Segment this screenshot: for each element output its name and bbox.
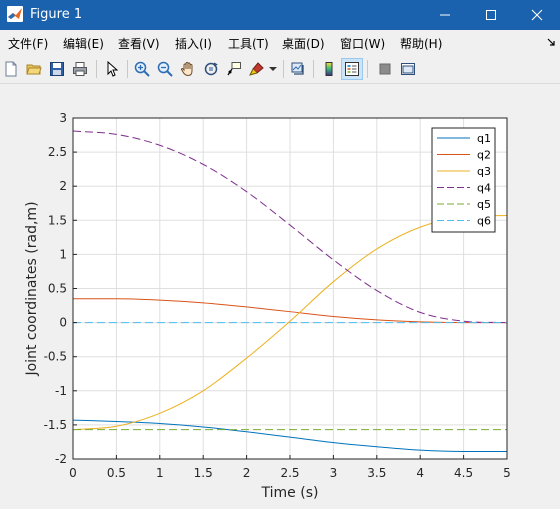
save-icon (50, 62, 64, 76)
link-plot-icon (291, 62, 304, 75)
show-plot-tools-icon (401, 63, 415, 75)
menu-bar: 文件(F) 编辑(E) 查看(V) 插入(I) 工具(T) 桌面(D) 窗口(W… (0, 30, 560, 54)
matlab-logo-icon (7, 6, 23, 22)
legend-label-q3: q3 (477, 165, 491, 178)
y-tick-label: 1 (59, 247, 67, 261)
hide-plot-tools-icon (379, 63, 391, 75)
maximize-icon (486, 10, 496, 20)
legend-label-q1: q1 (477, 132, 491, 145)
x-axis-label: Time (s) (261, 485, 319, 501)
toolbar-separator (313, 60, 314, 78)
x-tick-label: 5 (503, 466, 511, 480)
y-tick-label: 2 (59, 179, 67, 193)
y-tick-label: 1.5 (48, 213, 67, 227)
x-tick-label: 4 (416, 466, 424, 480)
dock-arrow-icon[interactable] (546, 37, 556, 47)
x-tick-label: 1 (156, 466, 164, 480)
x-tick-label: 2.5 (280, 466, 299, 480)
print-button[interactable] (69, 58, 91, 80)
maximize-button[interactable] (468, 0, 514, 30)
legend[interactable]: q1 q2 q3 q4 q5 q6 (431, 127, 496, 233)
brush-dropdown-button[interactable] (266, 58, 280, 80)
zoom-in-button[interactable] (131, 58, 153, 80)
x-tick-label: 3.5 (367, 466, 386, 480)
x-tick-label: 3 (330, 466, 338, 480)
figure-canvas: 0 0.5 1 1.5 2 2.5 3 3.5 4 4.5 5 3 2.5 2 1.5 1 0.5 0 -0.5 -… (0, 85, 560, 504)
toolbar-separator (127, 60, 128, 78)
window-title: Figure 1 (30, 7, 83, 22)
figure-toolbar (0, 54, 560, 84)
menu-window[interactable]: 窗口(W) (340, 35, 385, 52)
y-ticks: 3 2.5 2 1.5 1 0.5 0 -0.5 -1 -1.5 -2 (44, 111, 77, 466)
legend-label-q2: q2 (477, 149, 491, 162)
insert-legend-button[interactable] (341, 58, 363, 80)
data-cursor-button[interactable] (223, 58, 245, 80)
y-tick-label: 2.5 (48, 145, 67, 159)
menu-insert[interactable]: 插入(I) (175, 35, 212, 52)
chevron-down-icon (269, 67, 277, 71)
menu-view[interactable]: 查看(V) (118, 35, 160, 52)
y-axis-label: Joint coordinates (rad,m) (24, 201, 40, 376)
pan-hand-icon (180, 61, 193, 77)
zoom-out-button[interactable] (154, 58, 176, 80)
close-button[interactable] (514, 0, 560, 30)
new-file-icon (5, 61, 17, 77)
print-icon (73, 62, 87, 76)
legend-label-q4: q4 (477, 182, 491, 195)
menu-edit[interactable]: 编辑(E) (63, 35, 104, 52)
minimize-icon (440, 14, 450, 16)
data-cursor-icon (227, 62, 241, 76)
minimize-button[interactable] (422, 0, 468, 30)
y-tick-label: -2 (55, 452, 67, 466)
pointer-arrow-icon (107, 61, 119, 77)
x-tick-label: 0.5 (107, 466, 126, 480)
show-plot-tools-button[interactable] (397, 58, 419, 80)
x-tick-label: 1.5 (194, 466, 213, 480)
pan-button[interactable] (177, 58, 199, 80)
brush-icon (249, 62, 264, 76)
figure-window: Figure 1 文件(F) 编辑(E) 查看(V) 插入(I) 工具(T) 桌… (0, 0, 560, 504)
link-plot-button[interactable] (287, 58, 309, 80)
insert-colorbar-button[interactable] (318, 58, 340, 80)
edit-plot-button[interactable] (101, 58, 123, 80)
zoom-in-icon (134, 61, 150, 77)
title-bar: Figure 1 (0, 0, 560, 30)
x-tick-label: 0 (69, 466, 77, 480)
x-tick-label: 4.5 (454, 466, 473, 480)
colorbar-icon (325, 62, 333, 76)
legend-icon (345, 62, 359, 76)
hide-plot-tools-button[interactable] (374, 58, 396, 80)
y-tick-label: 3 (59, 111, 67, 125)
rotate-3d-icon (204, 62, 218, 76)
menu-tools[interactable]: 工具(T) (228, 35, 269, 52)
y-tick-label: 0.5 (48, 282, 67, 296)
y-tick-label: -0.5 (44, 350, 67, 364)
legend-label-q5: q5 (477, 198, 491, 211)
toolbar-separator (96, 60, 97, 78)
save-button[interactable] (46, 58, 68, 80)
y-tick-label: -1 (55, 384, 67, 398)
toolbar-separator (367, 60, 368, 78)
menu-file[interactable]: 文件(F) (8, 35, 48, 52)
open-folder-icon (26, 64, 42, 75)
zoom-out-icon (157, 61, 173, 77)
open-file-button[interactable] (23, 58, 45, 80)
line-chart[interactable]: 0 0.5 1 1.5 2 2.5 3 3.5 4 4.5 5 3 2.5 2 1.5 1 0.5 0 -0.5 -… (0, 85, 560, 504)
legend-label-q6: q6 (477, 215, 491, 228)
menu-desktop[interactable]: 桌面(D) (282, 35, 325, 52)
menu-help[interactable]: 帮助(H) (400, 35, 442, 52)
brush-button[interactable] (246, 58, 268, 80)
new-figure-button[interactable] (0, 58, 22, 80)
rotate-3d-button[interactable] (200, 58, 222, 80)
y-tick-label: -1.5 (44, 418, 67, 432)
x-tick-label: 2 (243, 466, 251, 480)
toolbar-separator (283, 60, 284, 78)
close-icon (531, 9, 543, 21)
y-tick-label: 0 (59, 316, 67, 330)
